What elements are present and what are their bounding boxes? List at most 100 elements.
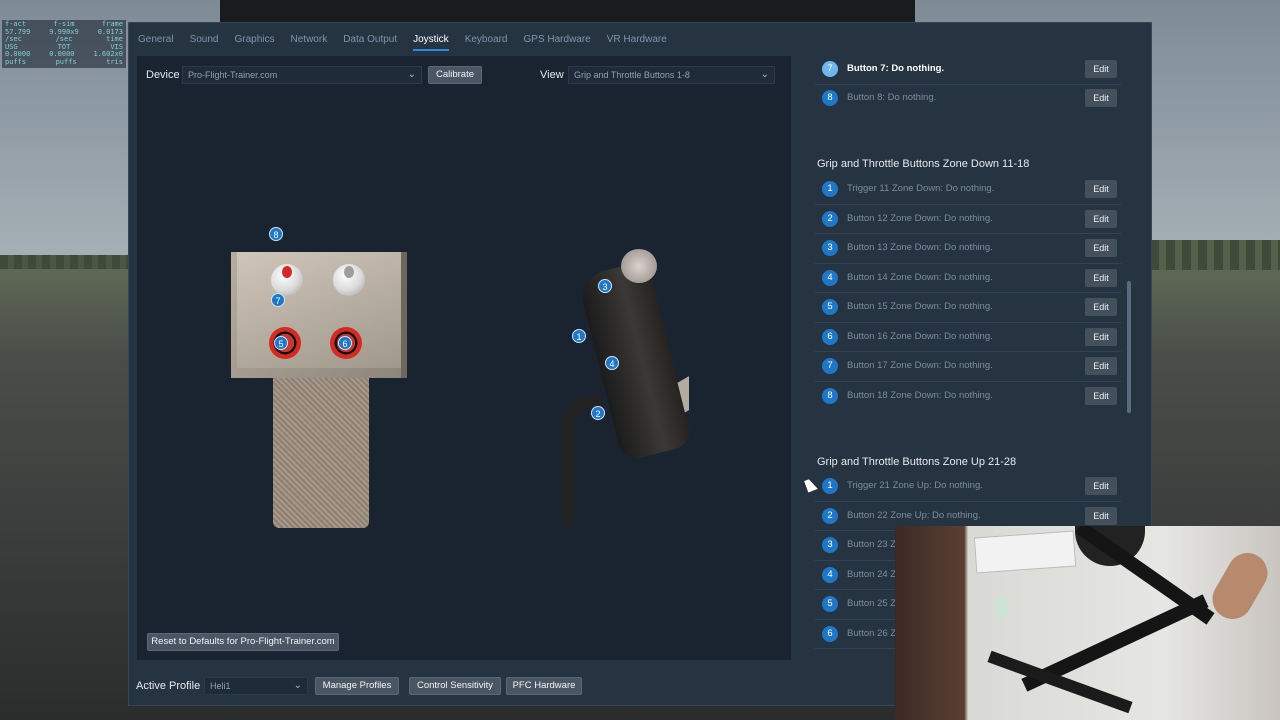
tab-gps-hardware[interactable]: GPS Hardware <box>524 23 591 51</box>
profile-dropdown[interactable]: Heli1 ⌄ <box>204 677 308 695</box>
button-assignment-label: Button 13 Zone Down: Do nothing. <box>847 242 993 253</box>
button-assignment-label: Button 16 Zone Down: Do nothing. <box>847 330 993 342</box>
button-assignment-label: Trigger 11 Zone Down: Do nothing. <box>847 183 995 194</box>
marker-8: 8 <box>269 227 283 241</box>
list-item[interactable]: 1 Trigger 21 Zone Up: Do nothing. Edit <box>815 472 1121 502</box>
button-assignment-label: Trigger 21 Zone Up: Do nothing. <box>847 480 983 491</box>
button-assignment-label: Button 26 Z <box>847 627 897 639</box>
edit-button[interactable]: Edit <box>1085 298 1117 316</box>
edit-button[interactable]: Edit <box>1085 327 1117 346</box>
stat-text: tris <box>106 57 123 66</box>
tab-joystick[interactable]: Joystick <box>413 23 449 51</box>
button-assignment-label: Button 25 Z <box>847 598 897 609</box>
tab-sound[interactable]: Sound <box>190 23 219 51</box>
button-number: 7 <box>822 358 838 374</box>
tab-keyboard[interactable]: Keyboard <box>465 23 508 51</box>
view-label: View <box>540 69 564 81</box>
edit-button[interactable]: Edit <box>1085 477 1117 495</box>
list-item[interactable]: 3 Button 13 Zone Down: Do nothing. Edit <box>815 234 1121 264</box>
marker-3: 3 <box>598 279 612 293</box>
stat-text: puffs <box>55 57 77 66</box>
button-number: 1 <box>822 181 838 197</box>
list-item[interactable]: 7 Button 7: Do nothing. Edit <box>815 56 1121 85</box>
tab-graphics[interactable]: Graphics <box>235 23 275 51</box>
joystick-view-panel: Device Pro-Flight-Trainer.com ⌄ Calibrat… <box>137 56 791 660</box>
view-dropdown[interactable]: Grip and Throttle Buttons 1-8 ⌄ <box>568 66 775 84</box>
button-number: 4 <box>822 269 838 286</box>
throttle-box-image <box>231 252 407 378</box>
list-scrollbar[interactable] <box>1127 281 1131 413</box>
edit-button[interactable]: Edit <box>1085 209 1117 228</box>
edit-button[interactable]: Edit <box>1085 506 1117 525</box>
settings-tabs: General Sound Graphics Network Data Outp… <box>129 23 1151 51</box>
reset-defaults-button[interactable]: Reset to Defaults for Pro-Flight-Trainer… <box>147 633 339 651</box>
button-assignment-label: Button 12 Zone Down: Do nothing. <box>847 212 993 224</box>
frame-stats-overlay: f-act f-sim frame 57.799 9.990x9 0.0173 /sec… <box>2 20 126 68</box>
button-assignment-label: Button 24 Z <box>847 568 897 580</box>
button-number: 2 <box>822 210 838 227</box>
webcam-overlay <box>895 526 1280 720</box>
tab-general[interactable]: General <box>138 23 174 51</box>
tab-data-output[interactable]: Data Output <box>343 23 397 51</box>
button-number: 7 <box>822 61 838 77</box>
stats-row: puffs puffs tris <box>5 57 123 67</box>
marker-5: 5 <box>274 336 288 350</box>
edit-button[interactable]: Edit <box>1085 268 1117 287</box>
control-sensitivity-button[interactable]: Control Sensitivity <box>409 677 501 695</box>
list-item[interactable]: 4 Button 14 Zone Down: Do nothing. Edit <box>815 264 1121 293</box>
throttle-stem-image <box>273 378 369 528</box>
grip-hat-image <box>621 249 657 283</box>
throttle-toggle-left <box>271 264 303 296</box>
marker-6: 6 <box>338 336 352 350</box>
view-value: Grip and Throttle Buttons 1-8 <box>574 70 690 80</box>
button-number: 2 <box>822 507 838 524</box>
button-assignment-label: Button 22 Zone Up: Do nothing. <box>847 509 981 521</box>
list-item[interactable]: 7 Button 17 Zone Down: Do nothing. Edit <box>815 352 1121 382</box>
button-number: 8 <box>822 387 838 404</box>
button-number: 6 <box>822 625 838 642</box>
webcam-arm <box>1205 545 1275 627</box>
marker-2: 2 <box>591 406 605 420</box>
button-number: 5 <box>822 299 838 315</box>
manage-profiles-button[interactable]: Manage Profiles <box>315 677 399 695</box>
device-value: Pro-Flight-Trainer.com <box>188 70 278 80</box>
device-label: Device <box>146 69 180 81</box>
edit-button[interactable]: Edit <box>1085 60 1117 78</box>
list-item[interactable]: 8 Button 8: Do nothing. Edit <box>815 84 1121 114</box>
profile-value: Heli1 <box>210 681 231 691</box>
edit-button[interactable]: Edit <box>1085 180 1117 198</box>
marker-1: 1 <box>572 329 586 343</box>
tab-network[interactable]: Network <box>291 23 328 51</box>
list-item[interactable]: 8 Button 18 Zone Down: Do nothing. Edit <box>815 382 1121 412</box>
button-number: 3 <box>822 537 838 553</box>
button-number: 6 <box>822 328 838 345</box>
toggle-tip <box>344 266 354 278</box>
device-dropdown[interactable]: Pro-Flight-Trainer.com ⌄ <box>182 66 422 84</box>
trees-left <box>0 255 130 269</box>
list-item[interactable]: 2 Button 12 Zone Down: Do nothing. Edit <box>815 205 1121 234</box>
tab-vr-hardware[interactable]: VR Hardware <box>607 23 667 51</box>
edit-button[interactable]: Edit <box>1085 357 1117 375</box>
marker-4: 4 <box>605 356 619 370</box>
calibrate-button[interactable]: Calibrate <box>428 66 482 84</box>
list-item[interactable]: 6 Button 16 Zone Down: Do nothing. Edit <box>815 323 1121 352</box>
edit-button[interactable]: Edit <box>1085 89 1117 107</box>
trees-right <box>1150 240 1280 270</box>
edit-button[interactable]: Edit <box>1085 386 1117 405</box>
pfc-hardware-button[interactable]: PFC Hardware <box>506 677 582 695</box>
list-item[interactable]: 1 Trigger 11 Zone Down: Do nothing. Edit <box>815 175 1121 205</box>
button-number: 5 <box>822 596 838 612</box>
button-assignment-label: Button 17 Zone Down: Do nothing. <box>847 360 993 371</box>
throttle-face <box>237 252 401 368</box>
list-item[interactable]: 5 Button 15 Zone Down: Do nothing. Edit <box>815 293 1121 323</box>
button-assignment-label: Button 23 Z <box>847 539 897 550</box>
button-number: 4 <box>822 566 838 583</box>
button-number: 1 <box>822 478 838 494</box>
webcam-mouse <box>995 596 1009 618</box>
chevron-down-icon: ⌄ <box>407 69 416 80</box>
webcam-keyboard <box>973 530 1077 574</box>
section-title-zone-down: Grip and Throttle Buttons Zone Down 11-1… <box>817 158 1030 170</box>
throttle-toggle-right <box>333 264 365 296</box>
section-title-zone-up: Grip and Throttle Buttons Zone Up 21-28 <box>817 456 1017 468</box>
edit-button[interactable]: Edit <box>1085 239 1117 257</box>
